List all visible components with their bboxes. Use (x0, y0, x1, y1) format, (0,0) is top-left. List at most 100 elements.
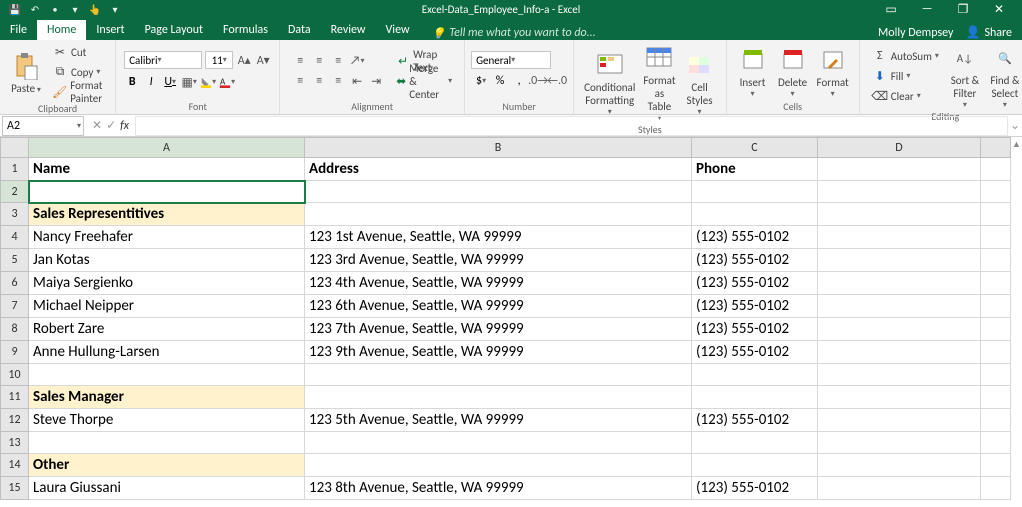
cell-extra-14[interactable] (981, 454, 1011, 477)
row-header-14[interactable]: 14 (1, 454, 29, 477)
worksheet[interactable]: ▲ ABCD 1NameAddressPhone23Sales Represen… (0, 137, 1022, 507)
fill-color-button[interactable] (200, 74, 216, 90)
comma-format-button[interactable]: , (511, 73, 527, 89)
border-button[interactable]: ▦ (181, 74, 197, 90)
cell-C2[interactable] (692, 181, 818, 203)
row-header-11[interactable]: 11 (1, 386, 29, 409)
ribbon-options-icon[interactable]: ▭ (880, 2, 902, 17)
cell-B1[interactable]: Address (305, 158, 692, 181)
align-center-icon[interactable]: ≡ (311, 73, 327, 89)
cell-C12[interactable]: (123) 555-0102 (692, 409, 818, 432)
tab-home[interactable]: Home (37, 20, 86, 40)
cell-B2[interactable] (305, 181, 692, 203)
cell-A15[interactable]: Laura Giussani (29, 477, 305, 500)
expand-formula-bar-icon[interactable]: ⌄ (1008, 118, 1022, 133)
cell-extra-3[interactable] (981, 203, 1011, 226)
increase-decimal-icon[interactable]: .0→ (530, 73, 546, 89)
cell-extra-2[interactable] (981, 181, 1011, 203)
share-button[interactable]: 👤 Share (965, 25, 1012, 40)
cell-A10[interactable] (29, 364, 305, 386)
percent-format-button[interactable]: % (492, 73, 508, 89)
undo-icon[interactable]: ↶ (28, 2, 42, 16)
cell-B13[interactable] (305, 432, 692, 454)
cell-B15[interactable]: 123 8th Avenue, Seattle, WA 99999 (305, 477, 692, 500)
cell-extra-7[interactable] (981, 295, 1011, 318)
tab-formulas[interactable]: Formulas (213, 20, 278, 40)
increase-font-icon[interactable]: A▴ (236, 52, 252, 68)
tab-review[interactable]: Review (321, 20, 376, 40)
row-header-12[interactable]: 12 (1, 409, 29, 432)
enter-formula-icon[interactable]: ✓ (106, 118, 116, 133)
cell-D2[interactable] (818, 181, 981, 203)
minimize-icon[interactable]: — (916, 2, 938, 16)
cell-A11[interactable]: Sales Manager (29, 386, 305, 409)
cell-C10[interactable] (692, 364, 818, 386)
row-header-10[interactable]: 10 (1, 364, 29, 386)
select-all-corner[interactable] (1, 138, 29, 158)
align-top-icon[interactable]: ≡ (292, 53, 308, 69)
cell-D13[interactable] (818, 432, 981, 454)
cell-A5[interactable]: Jan Kotas (29, 249, 305, 272)
tab-page-layout[interactable]: Page Layout (135, 20, 213, 40)
cell-extra-11[interactable] (981, 386, 1011, 409)
cell-B3[interactable] (305, 203, 692, 226)
cell-C3[interactable] (692, 203, 818, 226)
cell-A6[interactable]: Maiya Sergienko (29, 272, 305, 295)
cell-C15[interactable]: (123) 555-0102 (692, 477, 818, 500)
sort-filter-button[interactable]: A↓Sort & Filter (945, 42, 985, 110)
cell-D10[interactable] (818, 364, 981, 386)
cell-D3[interactable] (818, 203, 981, 226)
cell-A1[interactable]: Name (29, 158, 305, 181)
col-header-extra[interactable] (981, 138, 1011, 158)
cell-extra-4[interactable] (981, 226, 1011, 249)
cell-A3[interactable]: Sales Representitives (29, 203, 305, 226)
cell-D5[interactable] (818, 249, 981, 272)
cell-B7[interactable]: 123 6th Avenue, Seattle, WA 99999 (305, 295, 692, 318)
number-format-selector[interactable]: General (471, 51, 551, 69)
cell-A7[interactable]: Michael Neipper (29, 295, 305, 318)
tell-me-search[interactable]: 💡 Tell me what you want to do... (420, 26, 596, 40)
align-middle-icon[interactable]: ≡ (311, 53, 327, 69)
qa-customize-icon[interactable]: ▾ (68, 2, 82, 16)
name-box[interactable]: A2 ▾ (2, 116, 84, 136)
format-as-table-button[interactable]: Format as Table (639, 42, 679, 123)
cut-button[interactable]: ✂Cut (50, 42, 88, 62)
cell-D8[interactable] (818, 318, 981, 341)
scroll-up-icon[interactable]: ▲ (1012, 139, 1020, 147)
font-size-selector[interactable]: 11 (205, 51, 233, 69)
cell-extra-6[interactable] (981, 272, 1011, 295)
touch-mouse-icon[interactable]: 👆 (88, 2, 102, 16)
decrease-font-icon[interactable]: A▾ (255, 52, 271, 68)
italic-button[interactable]: I (143, 74, 159, 90)
align-right-icon[interactable]: ≡ (330, 73, 346, 89)
paste-button[interactable]: Paste (6, 42, 46, 102)
cell-A14[interactable]: Other (29, 454, 305, 477)
cell-D12[interactable] (818, 409, 981, 432)
bold-button[interactable]: B (124, 74, 140, 90)
row-header-8[interactable]: 8 (1, 318, 29, 341)
cell-C13[interactable] (692, 432, 818, 454)
col-header-D[interactable]: D (818, 138, 981, 158)
cell-A8[interactable]: Robert Zare (29, 318, 305, 341)
underline-button[interactable]: U (162, 74, 178, 90)
cell-C14[interactable] (692, 454, 818, 477)
conditional-formatting-button[interactable]: Conditional Formatting (580, 42, 639, 123)
qa-more-icon[interactable]: ▾ (108, 2, 122, 16)
increase-indent-icon[interactable]: ⇥ (368, 73, 384, 89)
cell-B11[interactable] (305, 386, 692, 409)
fill-button[interactable]: ⬇Fill (870, 66, 913, 86)
font-color-button[interactable]: A (219, 74, 235, 90)
cell-D14[interactable] (818, 454, 981, 477)
cell-styles-button[interactable]: Cell Styles (680, 42, 720, 123)
cell-extra-8[interactable] (981, 318, 1011, 341)
cell-extra-1[interactable] (981, 158, 1011, 181)
delete-cells-button[interactable]: Delete (773, 42, 813, 100)
tab-insert[interactable]: Insert (86, 20, 134, 40)
cell-B6[interactable]: 123 4th Avenue, Seattle, WA 99999 (305, 272, 692, 295)
row-header-4[interactable]: 4 (1, 226, 29, 249)
cell-extra-9[interactable] (981, 341, 1011, 364)
cell-B5[interactable]: 123 3rd Avenue, Seattle, WA 99999 (305, 249, 692, 272)
clear-button[interactable]: ⌫Clear (870, 86, 923, 106)
row-header-5[interactable]: 5 (1, 249, 29, 272)
cell-C11[interactable] (692, 386, 818, 409)
